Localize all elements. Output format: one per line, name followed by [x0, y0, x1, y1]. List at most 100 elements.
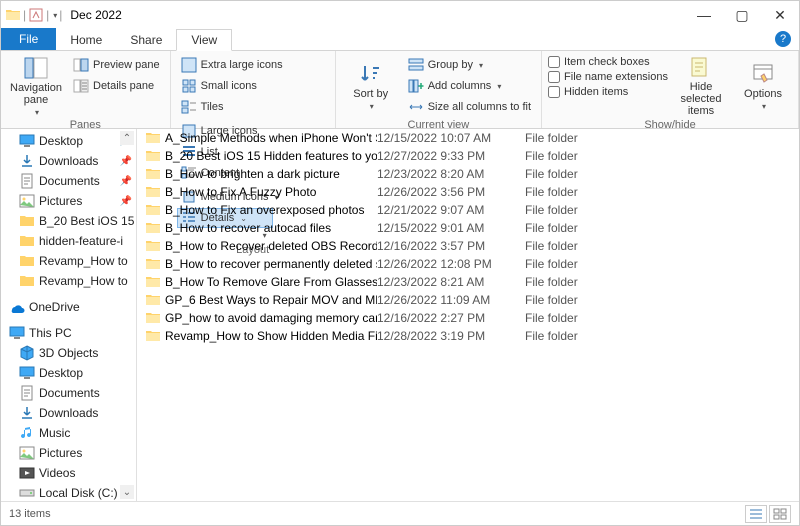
close-button[interactable]: ✕: [761, 1, 799, 29]
file-row[interactable]: B_How to recover permanently deleted scr…: [137, 255, 799, 273]
file-name: B_How to recover permanently deleted scr…: [165, 257, 377, 271]
folder-icon: [145, 148, 161, 164]
small-icons-icon: [181, 78, 197, 94]
file-date: 12/28/2022 3:19 PM: [377, 329, 525, 343]
options-button[interactable]: Options▾: [734, 55, 792, 117]
navigation-pane-button[interactable]: Navigation pane ▾: [7, 55, 65, 117]
folder-icon: [145, 238, 161, 254]
details-view-toggle[interactable]: [745, 505, 767, 523]
scroll-up-button[interactable]: ⌃: [120, 131, 134, 145]
hide-icon: [689, 55, 713, 79]
file-row[interactable]: B_How to recover autocad files12/15/2022…: [137, 219, 799, 237]
sidebar-item-onedrive[interactable]: OneDrive: [1, 297, 136, 317]
hidden-items-checkbox[interactable]: Hidden items: [548, 85, 668, 99]
preview-pane-button[interactable]: Preview pane: [69, 55, 164, 75]
sidebar-item-pictures[interactable]: Pictures📌: [1, 191, 136, 211]
sidebar-item-3d-objects[interactable]: 3D Objects: [1, 343, 136, 363]
add-columns-icon: [408, 78, 424, 94]
file-type: File folder: [525, 221, 625, 235]
file-name: B_20 Best iOS 15 Hidden features to you …: [165, 149, 377, 163]
downloads-icon: [19, 405, 35, 421]
tab-home[interactable]: Home: [56, 30, 116, 50]
onedrive-icon: [9, 299, 25, 315]
drive-icon: [19, 485, 35, 501]
sidebar-item-videos[interactable]: Videos: [1, 463, 136, 483]
folder-icon: [5, 7, 21, 23]
file-type: File folder: [525, 311, 625, 325]
extra-large-icons-button[interactable]: Extra large icons: [177, 55, 287, 75]
tab-view[interactable]: View: [176, 29, 232, 51]
thumbnails-view-toggle[interactable]: [769, 505, 791, 523]
help-icon[interactable]: ?: [775, 31, 791, 47]
add-columns-button[interactable]: Add columns▾: [404, 76, 535, 96]
file-row[interactable]: A_Simple Methods when iPhone Won't Sync1…: [137, 129, 799, 147]
file-row[interactable]: GP_6 Best Ways to Repair MOV and MKV Fil…: [137, 291, 799, 309]
sidebar-item-music[interactable]: Music: [1, 423, 136, 443]
pictures-icon: [19, 193, 35, 209]
sidebar-item-downloads[interactable]: Downloads📌: [1, 151, 136, 171]
file-name: B_How to brighten a dark picture: [165, 167, 340, 181]
file-row[interactable]: B_20 Best iOS 15 Hidden features to you …: [137, 147, 799, 165]
tab-share[interactable]: Share: [116, 30, 176, 50]
minimize-button[interactable]: —: [685, 1, 723, 29]
tab-file[interactable]: File: [1, 28, 56, 50]
sidebar-item-documents2[interactable]: Documents: [1, 383, 136, 403]
file-row[interactable]: Revamp_How to Show Hidden Media Files in…: [137, 327, 799, 345]
file-type: File folder: [525, 149, 625, 163]
file-row[interactable]: B_How to Fix an overexposed photos12/21/…: [137, 201, 799, 219]
folder-icon: [145, 166, 161, 182]
sidebar-item-local-disk-c[interactable]: Local Disk (C:): [1, 483, 136, 501]
size-columns-button[interactable]: Size all columns to fit: [404, 97, 535, 117]
file-date: 12/16/2022 2:27 PM: [377, 311, 525, 325]
folder-icon: [19, 213, 35, 229]
details-pane-button[interactable]: Details pane: [69, 76, 164, 96]
chevron-down-icon: ▾: [35, 108, 39, 117]
file-name: B_How To Remove Glare From Glasses: [165, 275, 377, 289]
window-title: Dec 2022: [70, 8, 121, 22]
file-date: 12/27/2022 9:33 PM: [377, 149, 525, 163]
sort-icon: [359, 62, 383, 86]
title-bar: | | ▾ | Dec 2022 — ▢ ✕: [1, 1, 799, 29]
sidebar-item-pictures2[interactable]: Pictures: [1, 443, 136, 463]
file-list[interactable]: A_Simple Methods when iPhone Won't Sync1…: [137, 129, 799, 501]
sidebar-item-this-pc[interactable]: This PC: [1, 323, 136, 343]
navigation-sidebar[interactable]: ⌃ Desktop📌 Downloads📌 Documents📌 Picture…: [1, 129, 137, 501]
file-name: B_How to Fix A Fuzzy Photo: [165, 185, 316, 199]
sidebar-item-folder[interactable]: B_20 Best iOS 15: [1, 211, 136, 231]
small-icons-button[interactable]: Small icons: [177, 76, 287, 96]
maximize-button[interactable]: ▢: [723, 1, 761, 29]
file-name-extensions-checkbox[interactable]: File name extensions: [548, 70, 668, 84]
size-columns-icon: [408, 99, 424, 115]
sidebar-item-folder[interactable]: Revamp_How to: [1, 251, 136, 271]
sidebar-item-desktop2[interactable]: Desktop: [1, 363, 136, 383]
sidebar-item-folder[interactable]: hidden-feature-i: [1, 231, 136, 251]
file-date: 12/16/2022 3:57 PM: [377, 239, 525, 253]
file-date: 12/21/2022 9:07 AM: [377, 203, 525, 217]
file-row[interactable]: B_How To Remove Glare From Glasses12/23/…: [137, 273, 799, 291]
hide-selected-items-button[interactable]: Hide selected items: [672, 55, 730, 117]
music-icon: [19, 425, 35, 441]
item-check-boxes-checkbox[interactable]: Item check boxes: [548, 55, 668, 69]
tiles-button[interactable]: Tiles: [177, 97, 287, 117]
sort-by-button[interactable]: Sort by▾: [342, 55, 400, 117]
file-row[interactable]: B_How to brighten a dark picture 12/23/20…: [137, 165, 799, 183]
file-date: 12/23/2022 8:20 AM: [377, 167, 525, 181]
qat-dropdown-icon[interactable]: ▾: [53, 11, 57, 20]
file-date: 12/26/2022 3:56 PM: [377, 185, 525, 199]
quick-access-toolbar: | | ▾ |: [5, 7, 62, 23]
file-name: B_How to recover autocad files: [165, 221, 331, 235]
sidebar-item-folder[interactable]: Revamp_How to: [1, 271, 136, 291]
scroll-down-button[interactable]: ⌄: [120, 485, 134, 499]
group-by-button[interactable]: Group by▾: [404, 55, 535, 75]
folder-icon: [145, 310, 161, 326]
file-type: File folder: [525, 239, 625, 253]
sidebar-item-desktop[interactable]: Desktop📌: [1, 131, 136, 151]
group-icon: [408, 57, 424, 73]
properties-icon[interactable]: [28, 7, 44, 23]
sidebar-item-documents[interactable]: Documents📌: [1, 171, 136, 191]
sidebar-item-downloads2[interactable]: Downloads: [1, 403, 136, 423]
file-row[interactable]: B_How to Fix A Fuzzy Photo 12/26/2022 3:5…: [137, 183, 799, 201]
file-type: File folder: [525, 185, 625, 199]
file-row[interactable]: B_How to Recover deleted OBS Recording12…: [137, 237, 799, 255]
file-row[interactable]: GP_how to avoid damaging memory cards12/…: [137, 309, 799, 327]
